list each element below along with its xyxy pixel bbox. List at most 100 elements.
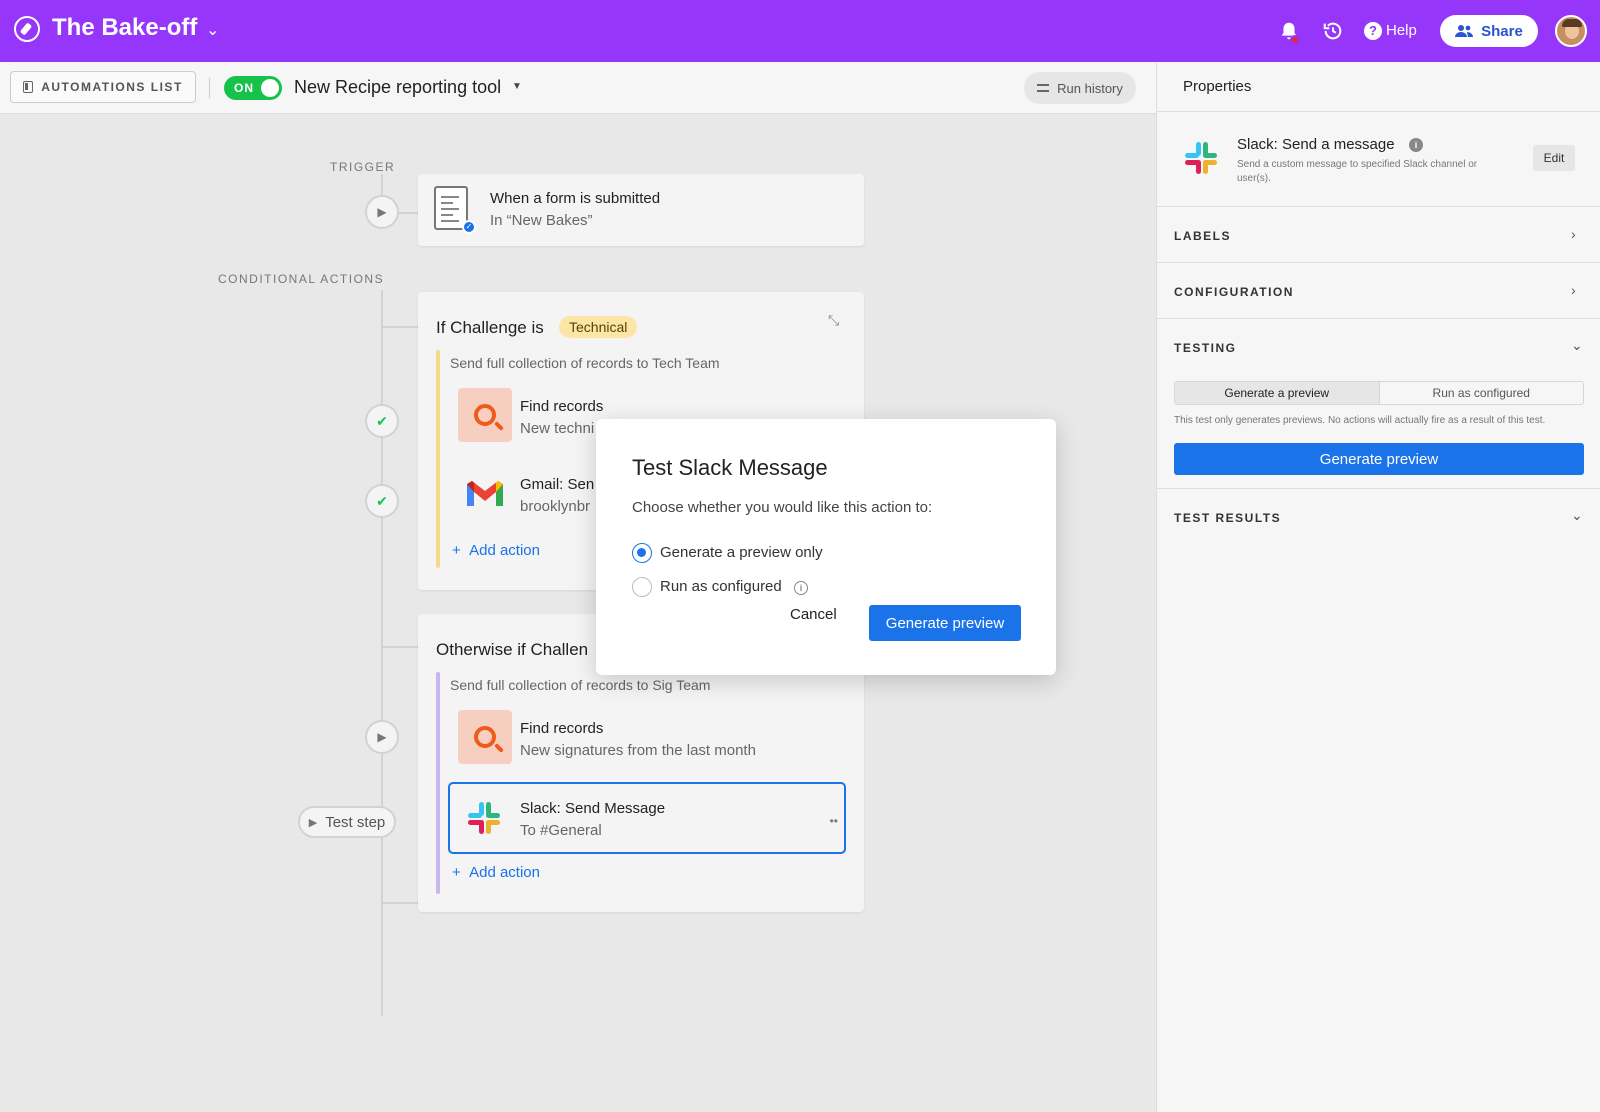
chevron-down-icon[interactable]: ⌄: [206, 20, 219, 40]
help-link[interactable]: Help: [1386, 22, 1417, 39]
automation-toggle[interactable]: ON: [224, 76, 282, 100]
users-icon: [1455, 25, 1474, 37]
labels-label: LABELS: [1174, 229, 1231, 243]
test-step-label: Test step: [325, 813, 386, 831]
avatar[interactable]: [1555, 15, 1587, 47]
action-title: Slack: Send Message: [520, 800, 666, 817]
play-node[interactable]: ▶: [365, 195, 399, 229]
slack-icon: [468, 802, 500, 834]
condition-tag: Technical: [559, 316, 638, 338]
action-title[interactable]: Gmail: Sen: [520, 476, 594, 493]
seg-run-as-configured[interactable]: Run as configured: [1378, 382, 1584, 404]
radio-run-as-configured[interactable]: [632, 577, 652, 597]
plus-icon: +: [452, 542, 461, 559]
panel-generate-preview-button[interactable]: Generate preview: [1174, 443, 1584, 475]
condition-accent-bar: [436, 350, 440, 568]
chevron-down-icon: ⌄: [1571, 507, 1583, 523]
chevron-down-icon[interactable]: ⌄: [1571, 337, 1583, 354]
conditional-section-label: CONDITIONAL ACTIONS: [218, 272, 385, 286]
find-records-icon: [458, 388, 512, 442]
cancel-button[interactable]: Cancel: [790, 606, 837, 623]
add-action-button[interactable]: + Add action: [452, 542, 540, 559]
list-icon: [1037, 83, 1050, 93]
seg-generate-preview[interactable]: Generate a preview: [1175, 382, 1379, 404]
configuration-section[interactable]: CONFIGURATION ›: [1157, 263, 1600, 319]
dialog-description: Choose whether you would like this actio…: [632, 499, 933, 516]
action-subtitle: New signatures from the last month: [520, 742, 756, 759]
properties-action-summary: Slack: Send a message i Send a custom me…: [1157, 112, 1600, 207]
action-title[interactable]: Find records: [520, 398, 603, 415]
connector-line: [381, 290, 383, 1016]
testing-mode-segmented: Generate a preview Run as configured: [1174, 381, 1584, 405]
help-icon[interactable]: ?: [1364, 22, 1382, 40]
condition-description: Send full collection of records to Tech …: [450, 355, 720, 371]
testing-label[interactable]: TESTING: [1174, 341, 1237, 355]
find-records-icon: [458, 710, 512, 764]
properties-header: Properties: [1157, 62, 1600, 112]
connector-line: [381, 902, 418, 904]
radio-label-run-as-configured[interactable]: Run as configured: [660, 578, 782, 595]
properties-panel: Properties Slack: Send a message i Send …: [1156, 62, 1600, 1112]
slack-icon: [1185, 142, 1217, 174]
collapse-icon[interactable]: ⤡: [828, 312, 839, 329]
testing-note: This test only generates previews. No ac…: [1174, 415, 1546, 426]
connector-line: [381, 326, 418, 328]
action-title[interactable]: Find records: [520, 720, 603, 737]
action-title: Slack: Send a message: [1237, 136, 1395, 153]
check-node[interactable]: ✔: [365, 484, 399, 518]
trigger-subtitle: In “New Bakes”: [490, 212, 593, 229]
add-action-label: Add action: [469, 542, 540, 559]
edit-button[interactable]: Edit: [1533, 145, 1575, 171]
caret-down-icon[interactable]: ▼: [512, 81, 522, 92]
notification-dot: [1290, 35, 1300, 45]
share-label: Share: [1481, 22, 1523, 40]
toggle-knob: [261, 79, 279, 97]
test-results-section[interactable]: TEST RESULTS ⌄: [1157, 489, 1600, 545]
more-icon[interactable]: ••: [830, 814, 838, 828]
trigger-card[interactable]: ✓ When a form is submitted In “New Bakes…: [418, 174, 864, 246]
chevron-right-icon: ›: [1571, 226, 1576, 242]
configuration-label: CONFIGURATION: [1174, 285, 1294, 299]
test-step-button[interactable]: ▶ Test step: [298, 806, 396, 838]
condition-title: If Challenge is: [436, 318, 544, 337]
generate-preview-button[interactable]: Generate preview: [869, 605, 1021, 641]
plus-icon: +: [452, 864, 461, 881]
add-action-button[interactable]: + Add action: [452, 864, 540, 881]
check-node[interactable]: ✔: [365, 404, 399, 438]
sidebar-icon: [23, 81, 34, 93]
play-icon: ▶: [308, 816, 318, 829]
connector-line: [398, 212, 418, 214]
condition-title: Otherwise if Challen: [436, 640, 589, 659]
play-node[interactable]: ▶: [365, 720, 399, 754]
action-subtitle: To #General: [520, 822, 602, 839]
divider: [209, 78, 210, 98]
slack-action-selected[interactable]: Slack: Send Message To #General ••: [448, 782, 846, 854]
action-subtitle: New techni: [520, 420, 595, 437]
gmail-icon: [467, 481, 503, 506]
automations-list-button[interactable]: AUTOMATIONS LIST: [10, 71, 196, 103]
automation-name[interactable]: New Recipe reporting tool: [294, 77, 501, 98]
properties-title: Properties: [1183, 78, 1252, 95]
radio-generate-preview[interactable]: [632, 543, 652, 563]
run-history-button[interactable]: Run history: [1024, 72, 1136, 104]
test-slack-message-dialog: Test Slack Message Choose whether you wo…: [596, 419, 1056, 675]
labels-section[interactable]: LABELS ›: [1157, 207, 1600, 263]
chevron-right-icon: ›: [1571, 282, 1576, 298]
automation-toolbar: AUTOMATIONS LIST ON New Recipe reporting…: [0, 62, 1156, 114]
connector-line: [381, 646, 418, 648]
trigger-title: When a form is submitted: [490, 190, 661, 207]
toggle-label: ON: [234, 81, 254, 95]
compass-icon[interactable]: [14, 16, 40, 42]
condition-description: Send full collection of records to Sig T…: [450, 677, 711, 693]
dialog-title: Test Slack Message: [632, 455, 828, 480]
history-icon[interactable]: [1322, 20, 1344, 42]
info-icon[interactable]: i: [794, 581, 808, 595]
info-icon[interactable]: i: [1409, 138, 1423, 152]
share-button[interactable]: Share: [1440, 15, 1538, 47]
action-subtitle: brooklynbr: [520, 498, 591, 515]
base-title[interactable]: The Bake-off: [52, 14, 197, 42]
automations-list-label: AUTOMATIONS LIST: [41, 80, 183, 94]
top-bar: The Bake-off ⌄ ? Help Share: [0, 0, 1600, 62]
radio-label-generate-preview[interactable]: Generate a preview only: [660, 544, 823, 561]
check-badge-icon: ✓: [462, 220, 476, 234]
